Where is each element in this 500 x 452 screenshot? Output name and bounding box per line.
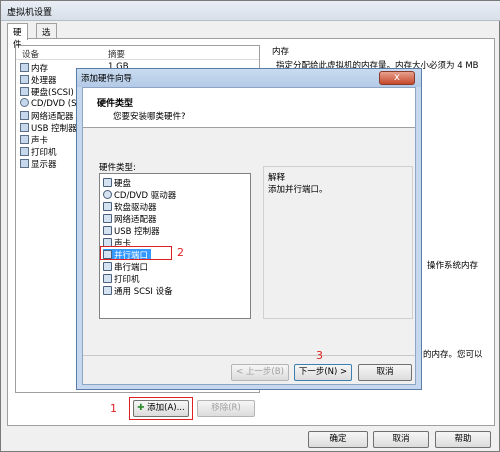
memory-icon <box>20 63 29 72</box>
add-hardware-button[interactable]: ✚ 添加(A)... <box>133 400 189 417</box>
network-icon <box>20 111 29 120</box>
help-button[interactable]: 帮助 <box>435 431 491 448</box>
usb-icon <box>103 226 112 235</box>
device-row-sound[interactable]: 声卡 <box>20 134 48 146</box>
device-row-disk[interactable]: 硬盘(SCSI) <box>20 86 74 98</box>
tab-hardware[interactable]: 硬件 <box>7 23 28 50</box>
device-row-usb[interactable]: USB 控制器 <box>20 122 77 134</box>
device-list-header: 设备 摘要 <box>16 46 259 60</box>
wizard-body: 硬件类型 您要安装哪类硬件? 硬件类型: 硬盘 CD/DVD 驱动器 软盘驱动器… <box>82 87 416 385</box>
wizard-title: 添加硬件向导 <box>81 74 133 84</box>
device-row-display[interactable]: 显示器 <box>20 158 57 170</box>
usb-icon <box>20 123 29 132</box>
explanation-label: 解释 <box>268 173 286 183</box>
hw-item-disk[interactable]: 硬盘 <box>103 177 131 189</box>
hw-item-floppy[interactable]: 软盘驱动器 <box>103 201 157 213</box>
tab-options[interactable]: 选项 <box>36 23 57 50</box>
cd-icon <box>103 190 112 199</box>
window-title: 虚拟机设置 <box>7 8 53 18</box>
remove-hardware-button[interactable]: 移除(R) <box>197 400 255 417</box>
network-icon <box>103 214 112 223</box>
disk-icon <box>103 178 112 187</box>
wizard-divider <box>83 355 415 356</box>
explanation-box: 解释 添加并行端口。 <box>263 166 413 319</box>
printer-icon <box>103 274 112 283</box>
device-column-header[interactable]: 设备 <box>22 48 39 60</box>
annotation-number-3: 3 <box>316 349 323 362</box>
ok-button[interactable]: 确定 <box>308 431 368 448</box>
cpu-icon <box>20 75 29 84</box>
disk-icon <box>20 87 29 96</box>
scsi-icon <box>103 286 112 295</box>
serial-port-icon <box>103 262 112 271</box>
annotation-number-1: 1 <box>110 402 117 415</box>
printer-icon <box>20 147 29 156</box>
device-row-printer[interactable]: 打印机 <box>20 146 57 158</box>
memory-heading: 内存 <box>272 47 290 57</box>
cancel-button[interactable]: 取消 <box>373 431 429 448</box>
floppy-icon <box>103 202 112 211</box>
annotation-box-parallel <box>100 246 172 260</box>
wizard-cancel-button[interactable]: 取消 <box>358 364 412 381</box>
add-icon: ✚ <box>137 403 145 413</box>
hw-item-cd-dvd[interactable]: CD/DVD 驱动器 <box>103 189 176 201</box>
cd-icon <box>20 98 29 107</box>
wizard-heading: 硬件类型 <box>97 99 134 109</box>
wizard-header: 硬件类型 您要安装哪类硬件? <box>83 88 415 128</box>
annotation-number-2: 2 <box>177 246 184 259</box>
sound-icon <box>20 135 29 144</box>
wizard-subheading: 您要安装哪类硬件? <box>113 112 186 122</box>
device-row-processor[interactable]: 处理器 <box>20 74 57 86</box>
wizard-titlebar: 添加硬件向导 x <box>77 69 421 87</box>
memory-text-fragment: 的内存。您可以 <box>423 350 483 360</box>
hw-item-scsi[interactable]: 通用 SCSI 设备 <box>103 285 173 297</box>
device-row-cd[interactable]: CD/DVD (S/ <box>20 98 79 110</box>
next-button[interactable]: 下一步(N) > <box>294 364 352 381</box>
hw-item-usb[interactable]: USB 控制器 <box>103 225 160 237</box>
hw-item-serial-port[interactable]: 串行端口 <box>103 261 148 273</box>
add-hardware-wizard: 添加硬件向导 x 硬件类型 您要安装哪类硬件? 硬件类型: 硬盘 CD/DVD … <box>76 68 422 390</box>
display-icon <box>20 159 29 168</box>
explanation-text: 添加并行端口。 <box>268 185 328 195</box>
hw-item-printer[interactable]: 打印机 <box>103 273 140 285</box>
memory-text-fragment: 操作系统内存 <box>427 261 479 271</box>
summary-column-header[interactable]: 摘要 <box>108 48 125 60</box>
device-row-network[interactable]: 网络适配器 <box>20 110 74 122</box>
hw-item-network[interactable]: 网络适配器 <box>103 213 157 225</box>
device-row-memory[interactable]: 内存 1 GB <box>20 62 129 74</box>
hardware-type-label: 硬件类型: <box>99 163 136 173</box>
window-titlebar: 虚拟机设置 <box>1 1 500 21</box>
close-icon[interactable]: x <box>379 71 415 85</box>
back-button[interactable]: < 上一步(B) <box>231 364 289 381</box>
